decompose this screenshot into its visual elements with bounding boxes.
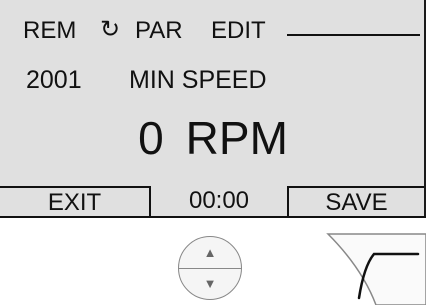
- parameter-name: MIN SPEED: [129, 66, 267, 94]
- softkey-icon[interactable]: [326, 232, 426, 305]
- exit-softkey-label[interactable]: EXIT: [0, 186, 151, 216]
- value-number: 0: [138, 112, 164, 164]
- rotation-direction-icon: ↻: [100, 16, 121, 43]
- parameter-id: 2001: [26, 66, 82, 94]
- down-arrow-icon[interactable]: ▼: [179, 268, 241, 299]
- clock-display: 00:00: [188, 187, 250, 214]
- lcd-display: REM ↻ PAR EDIT 2001 MIN SPEED 0 RPM EXIT …: [0, 0, 426, 218]
- parameter-value: 0 RPM: [0, 115, 426, 161]
- state-label: EDIT: [211, 17, 266, 44]
- status-divider: [287, 34, 420, 36]
- up-down-button[interactable]: ▲ ▼: [178, 236, 242, 300]
- save-softkey-label[interactable]: SAVE: [287, 186, 424, 216]
- lcd-bottom-border: [0, 216, 426, 218]
- softkey-bar: EXIT 00:00 SAVE: [0, 186, 424, 218]
- control-mode-label: REM: [23, 17, 77, 44]
- menu-label: PAR: [135, 17, 183, 44]
- value-unit: RPM: [185, 112, 288, 164]
- up-arrow-icon[interactable]: ▲: [179, 237, 241, 269]
